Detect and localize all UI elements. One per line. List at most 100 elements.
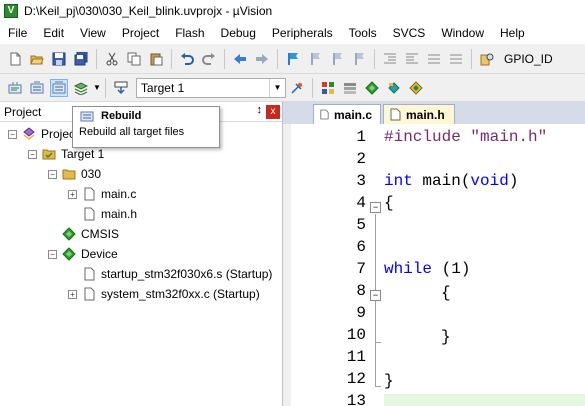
menu-svcs[interactable]: SVCS bbox=[385, 22, 434, 44]
tree-file-main-h[interactable]: main.h bbox=[81, 204, 137, 224]
download-load-icon[interactable] bbox=[112, 79, 130, 97]
menu-flash[interactable]: Flash bbox=[167, 22, 212, 44]
clear-bookmarks-icon[interactable] bbox=[350, 50, 368, 68]
menu-debug[interactable]: Debug bbox=[213, 22, 264, 44]
code-line-1: #include "main.h" bbox=[384, 128, 547, 146]
line-number: 3 bbox=[356, 172, 366, 190]
line-number: 12 bbox=[346, 370, 366, 388]
menu-project[interactable]: Project bbox=[114, 22, 167, 44]
file-icon bbox=[81, 267, 97, 281]
paste-icon[interactable] bbox=[147, 50, 165, 68]
save-all-icon[interactable] bbox=[72, 50, 90, 68]
tree-system-file[interactable]: + system_stm32f0xx.c (Startup) bbox=[68, 284, 260, 304]
undo-icon[interactable] bbox=[178, 50, 196, 68]
menu-window[interactable]: Window bbox=[433, 22, 492, 44]
code-line-8: { bbox=[441, 284, 451, 302]
close-icon[interactable]: x bbox=[266, 105, 280, 119]
title-bar: V D:\Keil_pj\030\030_Keil_blink.uvprojx … bbox=[0, 0, 585, 22]
tab-main-c[interactable]: main.c bbox=[313, 104, 381, 124]
toolbar-separator bbox=[374, 48, 375, 69]
menu-peripherals[interactable]: Peripherals bbox=[264, 22, 341, 44]
menu-file[interactable]: File bbox=[0, 22, 35, 44]
prev-bookmark-icon[interactable] bbox=[306, 50, 324, 68]
select-packs-icon[interactable] bbox=[341, 79, 359, 97]
tree-cmsis-label: CMSIS bbox=[81, 227, 120, 241]
translate-icon[interactable] bbox=[6, 79, 24, 97]
rebuild-icon bbox=[80, 111, 94, 122]
unindent-icon[interactable] bbox=[403, 50, 421, 68]
collapse-icon[interactable]: − bbox=[8, 129, 17, 139]
indent-icon[interactable] bbox=[381, 50, 399, 68]
target-select[interactable]: Target 1 ▼ bbox=[135, 77, 286, 98]
line-number: 13 bbox=[346, 392, 366, 406]
line-number: 10 bbox=[346, 326, 366, 344]
tree-target-label: Target 1 bbox=[61, 147, 105, 161]
toolbar-separator bbox=[311, 77, 313, 98]
file-icon bbox=[390, 108, 401, 121]
next-bookmark-icon[interactable] bbox=[328, 50, 346, 68]
target-options-icon[interactable] bbox=[288, 79, 306, 97]
tree-root[interactable]: − Project bbox=[8, 124, 78, 144]
fold-collapse-icon[interactable]: − bbox=[370, 290, 381, 301]
bookmark-icon[interactable] bbox=[284, 50, 302, 68]
rebuild-icon[interactable] bbox=[50, 78, 68, 97]
tab-main-h[interactable]: main.h bbox=[383, 104, 455, 124]
expand-icon[interactable]: + bbox=[68, 289, 77, 299]
tree-file-main-h-label: main.h bbox=[101, 207, 138, 221]
navigate-back-icon[interactable] bbox=[231, 50, 249, 68]
code-line-10: } bbox=[441, 328, 451, 346]
collapse-icon[interactable]: − bbox=[48, 249, 57, 259]
toolbar-separator bbox=[471, 48, 472, 69]
line-number: 6 bbox=[356, 238, 366, 256]
tree-device[interactable]: − Device bbox=[48, 244, 118, 264]
current-line-highlight bbox=[384, 394, 585, 406]
pin-icon[interactable]: ↕ bbox=[257, 104, 263, 116]
navigate-forward-icon[interactable] bbox=[253, 50, 271, 68]
batch-build-dropdown-icon[interactable]: ▼ bbox=[93, 83, 101, 92]
manage-rte-icon[interactable] bbox=[363, 79, 381, 97]
line-number: 8 bbox=[356, 282, 366, 300]
tree-cmsis[interactable]: CMSIS bbox=[61, 224, 119, 244]
menu-help[interactable]: Help bbox=[492, 22, 533, 44]
redo-icon[interactable] bbox=[200, 50, 218, 68]
collapse-icon[interactable]: − bbox=[28, 149, 37, 159]
menu-tools[interactable]: Tools bbox=[341, 22, 385, 44]
chevron-down-icon[interactable]: ▼ bbox=[268, 78, 285, 97]
window-title: D:\Keil_pj\030\030_Keil_blink.uvprojx - … bbox=[24, 4, 273, 18]
build-icon[interactable] bbox=[28, 79, 46, 97]
pack-installer-icon[interactable] bbox=[385, 79, 403, 97]
code-line-7: while (1) bbox=[384, 260, 470, 278]
comment-icon[interactable] bbox=[425, 50, 443, 68]
toolbar-separator bbox=[171, 48, 172, 69]
line-number: 11 bbox=[346, 348, 366, 366]
uncomment-icon[interactable] bbox=[447, 50, 465, 68]
manage-project-items-icon[interactable] bbox=[319, 79, 337, 97]
menu-edit[interactable]: Edit bbox=[35, 22, 72, 44]
menu-view[interactable]: View bbox=[72, 22, 114, 44]
gpio-id-combobox[interactable]: GPIO_ID bbox=[504, 52, 553, 66]
find-in-files-icon[interactable] bbox=[478, 50, 496, 68]
file-toolbar: GPIO_ID bbox=[0, 44, 585, 74]
collapse-icon[interactable]: − bbox=[48, 169, 57, 179]
component-wizard-icon[interactable] bbox=[407, 79, 425, 97]
tree-group-030[interactable]: − 030 bbox=[48, 164, 101, 184]
cut-icon[interactable] bbox=[103, 50, 121, 68]
uvision-app-icon: V bbox=[4, 4, 18, 18]
function-name: main( bbox=[412, 172, 471, 190]
target-select-value: Target 1 bbox=[140, 80, 185, 95]
code-editor[interactable]: 1 2 3 4 5 6 7 8 9 10 11 12 13 − − #inclu… bbox=[282, 124, 585, 406]
batch-build-icon[interactable] bbox=[72, 79, 90, 97]
copy-icon[interactable] bbox=[125, 50, 143, 68]
line-number: 9 bbox=[356, 304, 366, 322]
expand-icon[interactable]: + bbox=[68, 189, 77, 199]
tree-startup-file[interactable]: startup_stm32f030x6.s (Startup) bbox=[81, 264, 272, 284]
fold-end-marker bbox=[375, 342, 381, 343]
new-file-icon[interactable] bbox=[6, 50, 24, 68]
tree-file-main-c[interactable]: + main.c bbox=[68, 184, 136, 204]
keyword: void bbox=[470, 172, 509, 190]
toolbar-separator bbox=[224, 48, 225, 69]
fold-collapse-icon[interactable]: − bbox=[370, 202, 381, 213]
open-folder-icon[interactable] bbox=[28, 50, 46, 68]
line-number: 5 bbox=[356, 216, 366, 234]
save-icon[interactable] bbox=[50, 50, 68, 68]
